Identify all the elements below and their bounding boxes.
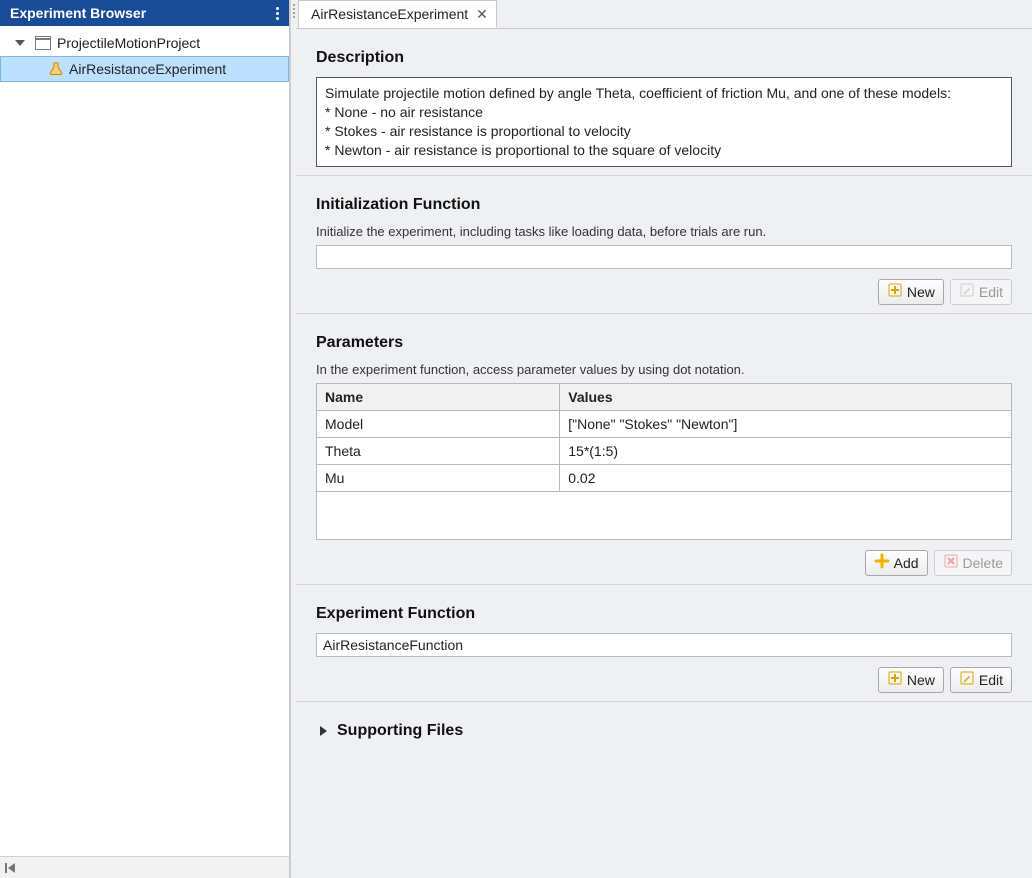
parameters-add-label: Add: [894, 555, 919, 571]
project-tree: ProjectileMotionProject AirResistanceExp…: [0, 26, 289, 856]
tab-label: AirResistanceExperiment: [311, 6, 468, 22]
plus-icon: [887, 282, 903, 301]
expfn-edit-label: Edit: [979, 672, 1003, 688]
experiment-browser-titlebar[interactable]: Experiment Browser: [0, 0, 289, 26]
param-values[interactable]: 0.02: [560, 464, 1012, 491]
initfn-edit-label: Edit: [979, 284, 1003, 300]
go-first-icon[interactable]: [4, 861, 18, 875]
chevron-right-icon: [320, 726, 327, 736]
parameters-delete-label: Delete: [963, 555, 1003, 571]
table-row[interactable]: Theta 15*(1:5): [317, 437, 1012, 464]
sidebar-footer: [0, 856, 289, 878]
panel-options-icon[interactable]: [274, 5, 281, 22]
parameters-table: Name Values Model ["None" "Stokes" "Newt…: [316, 383, 1012, 540]
experiment-browser-panel: Experiment Browser ProjectileMotionProje…: [0, 0, 290, 878]
param-name[interactable]: Theta: [317, 437, 560, 464]
flask-icon: [49, 62, 63, 76]
experiment-browser-title: Experiment Browser: [10, 5, 146, 21]
experiment-label: AirResistanceExperiment: [69, 61, 226, 77]
initfn-new-button[interactable]: New: [878, 279, 944, 305]
section-description: Description Simulate projectile motion d…: [296, 29, 1032, 175]
section-experiment-function: Experiment Function AirResistanceFunctio…: [296, 584, 1032, 701]
section-initialization-function: Initialization Function Initialize the e…: [296, 175, 1032, 313]
expfn-new-label: New: [907, 672, 935, 688]
initfn-edit-button: Edit: [950, 279, 1012, 305]
project-node[interactable]: ProjectileMotionProject: [0, 30, 289, 56]
expand-icon[interactable]: [15, 40, 25, 46]
experiment-editor[interactable]: Description Simulate projectile motion d…: [296, 28, 1032, 878]
pencil-icon: [959, 670, 975, 689]
initfn-heading: Initialization Function: [316, 196, 1012, 214]
plus-icon: [887, 670, 903, 689]
param-values[interactable]: ["None" "Stokes" "Newton"]: [560, 410, 1012, 437]
close-icon[interactable]: ✕: [476, 6, 488, 23]
project-icon: [35, 36, 51, 50]
description-textbox[interactable]: Simulate projectile motion defined by an…: [316, 77, 1012, 167]
param-values[interactable]: 15*(1:5): [560, 437, 1012, 464]
col-name[interactable]: Name: [317, 383, 560, 410]
supporting-heading: Supporting Files: [337, 722, 463, 740]
tab-airresistanceexperiment[interactable]: AirResistanceExperiment ✕: [298, 0, 497, 28]
experiment-node[interactable]: AirResistanceExperiment: [0, 56, 289, 82]
initfn-new-label: New: [907, 284, 935, 300]
expfn-input[interactable]: AirResistanceFunction: [316, 633, 1012, 657]
initfn-help: Initialize the experiment, including tas…: [316, 224, 1012, 239]
parameters-help: In the experiment function, access param…: [316, 362, 1012, 377]
table-row[interactable]: Model ["None" "Stokes" "Newton"]: [317, 410, 1012, 437]
expfn-new-button[interactable]: New: [878, 667, 944, 693]
param-name[interactable]: Model: [317, 410, 560, 437]
project-label: ProjectileMotionProject: [57, 35, 200, 51]
editor-area: AirResistanceExperiment ✕ Description Si…: [296, 0, 1032, 878]
editor-tabbar: AirResistanceExperiment ✕: [296, 0, 1032, 28]
table-row[interactable]: Mu 0.02: [317, 464, 1012, 491]
parameters-delete-button: Delete: [934, 550, 1012, 576]
initfn-input[interactable]: [316, 245, 1012, 269]
table-row-empty[interactable]: [317, 491, 1012, 539]
parameters-add-button[interactable]: Add: [865, 550, 928, 576]
section-parameters: Parameters In the experiment function, a…: [296, 313, 1032, 584]
description-heading: Description: [316, 49, 1012, 67]
col-values[interactable]: Values: [560, 383, 1012, 410]
delete-icon: [943, 553, 959, 572]
section-supporting-files[interactable]: Supporting Files: [296, 701, 1032, 764]
parameters-heading: Parameters: [316, 334, 1012, 352]
pencil-icon: [959, 282, 975, 301]
expfn-heading: Experiment Function: [316, 605, 1012, 623]
expfn-edit-button[interactable]: Edit: [950, 667, 1012, 693]
add-icon: [874, 553, 890, 572]
param-name[interactable]: Mu: [317, 464, 560, 491]
